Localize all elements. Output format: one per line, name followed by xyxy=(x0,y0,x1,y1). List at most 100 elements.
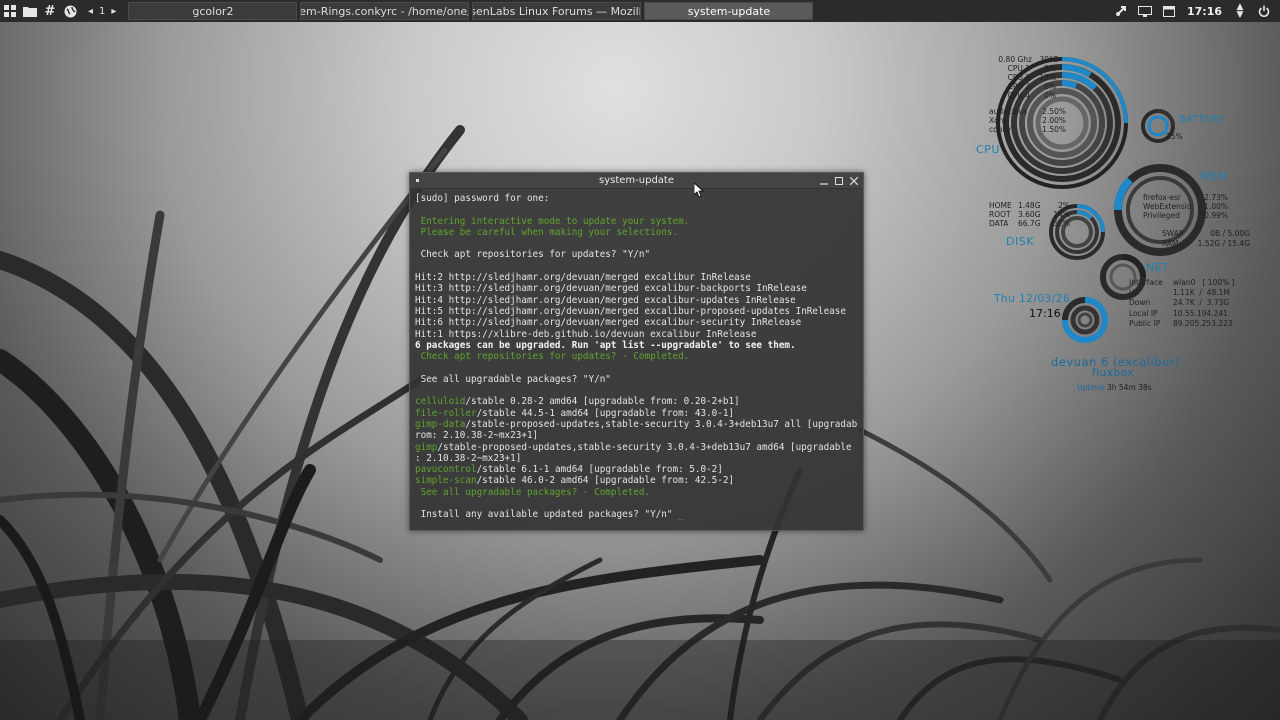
cpu-label: CPU xyxy=(976,143,1000,156)
window-titlebar[interactable]: system-update xyxy=(410,173,863,189)
workspace-switcher: ◂ 1 ▸ xyxy=(80,6,124,17)
line-text: /stable-proposed-updates,stable-security… xyxy=(437,441,858,453)
cpu-temp: 39°C xyxy=(1039,55,1058,64)
uptime-value: 3h 54m 38s xyxy=(1107,383,1152,392)
ram-label: RAM xyxy=(1162,239,1179,248)
disk-pct: 2% xyxy=(1058,201,1070,210)
package-name: celluloid xyxy=(415,396,466,408)
display-icon[interactable] xyxy=(1135,0,1155,22)
folder-icon[interactable] xyxy=(20,0,40,22)
terminal-line: Entering interactive mode to update your… xyxy=(415,216,858,227)
cpu-core-value: 13% xyxy=(1039,73,1056,82)
line-text: See all upgradable packages? "Y/n" xyxy=(415,373,611,385)
terminal-package-line: file-roller/stable 44.5-1 amd64 [upgrada… xyxy=(415,408,858,419)
conky-time: 17:16 xyxy=(1029,307,1061,320)
terminal-line: Hit:1 https://xlibre-deb.github.io/devua… xyxy=(415,329,858,340)
cpu-proc-name: Xorg xyxy=(989,116,1007,125)
line-text: See all upgradable packages? - Completed… xyxy=(415,486,651,498)
terminal-line: See all upgradable packages? - Completed… xyxy=(415,487,858,498)
line-text: /stable 46.0-2 amd64 [upgradable from: 4… xyxy=(476,475,735,487)
net-row-name: Local IP xyxy=(1129,309,1158,318)
net-row-name: Public IP xyxy=(1129,319,1161,328)
workspace-next-icon[interactable]: ▸ xyxy=(111,6,116,17)
swap-value: 0B / 5.00G xyxy=(1210,229,1250,238)
disk-size: 66.7G xyxy=(1018,219,1041,228)
cpu-proc-value: 2.50% xyxy=(1042,107,1066,116)
net-row-name: Down xyxy=(1129,298,1151,307)
net-row-value: wlan0 [ 100% ] xyxy=(1173,278,1235,287)
volume-updown-icon[interactable]: ▲ ▼ xyxy=(1230,0,1250,22)
terminal-line: rom: 2.10.38-2~mx23+1] xyxy=(415,430,858,441)
mem-label: MEM xyxy=(1200,170,1228,183)
terminal-line: Please be careful when making your selec… xyxy=(415,227,858,238)
mem-proc-value: 2.73% xyxy=(1204,193,1228,202)
panel-clock[interactable]: 17:16 xyxy=(1187,5,1222,18)
package-name: gimp xyxy=(415,441,438,453)
close-icon[interactable] xyxy=(847,174,860,187)
uptime-label: Uptime xyxy=(1077,383,1105,392)
cpu-proc-name: conky xyxy=(989,125,1011,134)
minimize-icon[interactable] xyxy=(817,174,830,187)
workspace-prev-icon[interactable]: ◂ xyxy=(88,6,93,17)
terminal-output[interactable]: [sudo] password for one: Entering intera… xyxy=(410,189,863,525)
cpu-core-name: CPU 3 xyxy=(1007,82,1030,91)
line-text: Install any available updated packages? … xyxy=(415,509,679,521)
cpu-core-value: 0% xyxy=(1044,91,1056,100)
disk-size: 1.48G xyxy=(1018,201,1041,210)
package-name: file-roller xyxy=(415,407,477,419)
line-text: /stable 44.5-1 amd64 [upgradable from: 4… xyxy=(476,407,735,419)
disk-pct: 52% xyxy=(1053,219,1070,228)
cpu-core-name: CPU 4 xyxy=(1007,91,1030,100)
terminal-line: Install any available updated packages? … xyxy=(415,509,858,520)
cpu-core-value: 6% xyxy=(1044,82,1056,91)
terminal-package-line: gimp-data/stable-proposed-updates,stable… xyxy=(415,419,858,430)
terminal-line: : 2.10.38-2~mx23+1] xyxy=(415,453,858,464)
power-icon[interactable] xyxy=(1254,0,1274,22)
conky-date: Thu 12/03/26 xyxy=(994,293,1071,305)
task-system-update[interactable]: system-update xyxy=(644,2,814,20)
mouse-pointer-icon xyxy=(694,183,704,198)
line-text: Hit:6 http://sledjhamr.org/devuan/merged… xyxy=(415,317,802,329)
package-name: gimp-data xyxy=(415,418,466,430)
conky-system-monitor: 0.80 Ghz 39°C CPU 1 9% CPU 2 13% CPU 3 6… xyxy=(960,40,1280,400)
line-text: Please be careful when making your selec… xyxy=(415,226,679,238)
line-text: : 2.10.38-2~mx23+1] xyxy=(415,452,522,464)
mem-proc-name: WebExtensio xyxy=(1143,202,1192,211)
battery-label: BATTERY xyxy=(1179,114,1225,125)
task-firefox[interactable]: BunsenLabs Linux Forums — Mozilla Fir xyxy=(472,2,642,20)
calendar-icon[interactable] xyxy=(1159,0,1179,22)
web-browser-icon[interactable] xyxy=(60,0,80,22)
terminal-package-line: pavucontrol/stable 6.1-1 amd64 [upgradab… xyxy=(415,464,858,475)
terminal-line: Hit:4 http://sledjhamr.org/devuan/merged… xyxy=(415,295,858,306)
terminal-cursor: _ xyxy=(678,509,684,521)
line-text: Check apt repositories for updates? "Y/n… xyxy=(415,249,651,261)
apps-menu-icon[interactable] xyxy=(0,0,20,22)
disk-name: ROOT xyxy=(989,210,1011,219)
maximize-icon[interactable] xyxy=(832,174,845,187)
net-row-value: 24.7K / 3.73G xyxy=(1173,298,1230,307)
terminal-line: Hit:5 http://sledjhamr.org/devuan/merged… xyxy=(415,306,858,317)
terminal-window-system-update[interactable]: system-update [sudo] password for one: E… xyxy=(409,172,864,531)
line-text: /stable 6.1-1 amd64 [upgradable from: 5.… xyxy=(476,464,723,476)
terminal-hash-icon[interactable]: # xyxy=(40,0,60,22)
workspace-number: 1 xyxy=(99,5,106,17)
cpu-freq: 0.80 Ghz xyxy=(998,55,1032,64)
disk-name: DATA xyxy=(989,219,1009,228)
task-conky-editor[interactable]: System-Rings.conkyrc - /home/one/.con xyxy=(300,2,470,20)
line-text: 6 packages can be upgraded. Run 'apt lis… xyxy=(415,339,796,351)
taskbar: gcolor2 System-Rings.conkyrc - /home/one… xyxy=(128,2,814,20)
line-text: /stable-proposed-updates,stable-security… xyxy=(465,418,858,430)
window-title: system-update xyxy=(599,175,674,186)
task-gcolor2[interactable]: gcolor2 xyxy=(128,2,298,20)
cpu-proc-value: 1.50% xyxy=(1042,125,1066,134)
terminal-line: Hit:6 http://sledjhamr.org/devuan/merged… xyxy=(415,317,858,328)
battery-value: 25% xyxy=(1166,132,1183,141)
line-text: Hit:4 http://sledjhamr.org/devuan/merged… xyxy=(415,294,796,306)
cpu-proc-value: 2.00% xyxy=(1042,116,1066,125)
network-icon[interactable] xyxy=(1111,0,1131,22)
line-text: Entering interactive mode to update your… xyxy=(415,215,690,227)
disk-size: 3.60G xyxy=(1018,210,1041,219)
